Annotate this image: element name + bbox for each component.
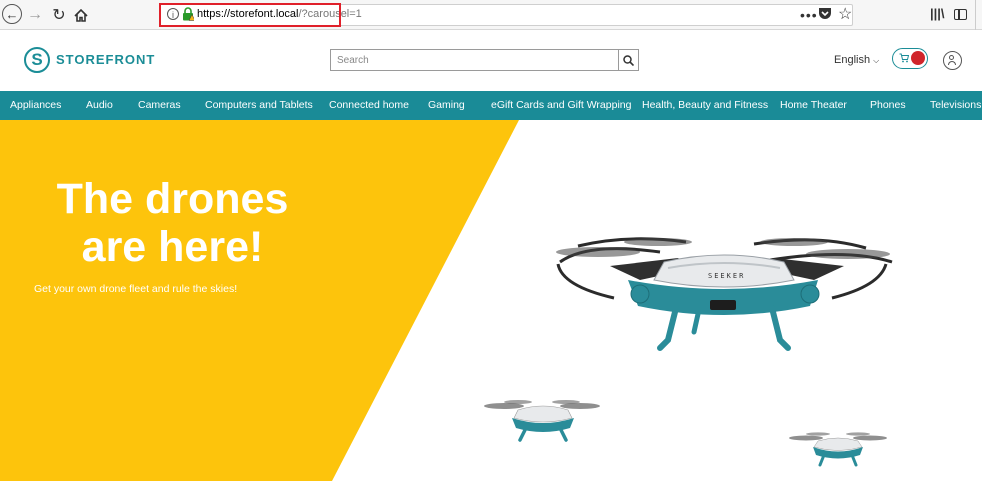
- back-button[interactable]: ←: [2, 4, 22, 24]
- home-icon: [74, 8, 88, 22]
- store-header: S STOREFRONT English⌵: [0, 30, 982, 90]
- category-egift-cards[interactable]: eGift Cards and Gift Wrapping: [491, 91, 631, 120]
- language-label: English: [834, 54, 871, 66]
- language-select[interactable]: English ⌵: [834, 54, 879, 66]
- info-icon[interactable]: i: [167, 8, 179, 20]
- url-host: https://storefont.local: [197, 8, 299, 20]
- library-icon[interactable]: |||\: [930, 6, 945, 21]
- hero-title-line1: The drones: [56, 175, 289, 223]
- hero-title-line2: are here!: [81, 223, 264, 271]
- drone-small-image: [484, 400, 600, 442]
- arrow-left-icon: ←: [5, 6, 19, 22]
- category-cameras[interactable]: Cameras: [138, 91, 181, 120]
- page-actions-button[interactable]: •••: [800, 7, 818, 23]
- forward-button[interactable]: →: [26, 4, 44, 26]
- category-computers-tablets[interactable]: Computers and Tablets: [205, 91, 313, 120]
- reload-button[interactable]: ↻: [50, 4, 68, 26]
- hero-title: The drones are here!: [30, 175, 315, 271]
- drone-brand-text: SEEKER: [708, 272, 745, 280]
- drone-large-image: SEEKER: [556, 237, 893, 351]
- category-gaming[interactable]: Gaming: [428, 91, 465, 120]
- bookmark-star-icon[interactable]: ☆: [838, 4, 852, 24]
- account-icon[interactable]: [943, 51, 962, 70]
- category-connected-home[interactable]: Connected home: [329, 91, 409, 120]
- hero-subtitle: Get your own drone fleet and rule the sk…: [34, 283, 238, 295]
- chevron-down-icon: ⌵: [873, 56, 880, 65]
- search-input[interactable]: [331, 50, 618, 71]
- toolbar-overflow: [975, 0, 982, 30]
- category-phones[interactable]: Phones: [870, 91, 906, 120]
- search-button[interactable]: [619, 49, 639, 71]
- reload-icon: ↻: [52, 7, 66, 24]
- home-button[interactable]: [72, 4, 90, 26]
- lock-warning-icon[interactable]: [182, 7, 194, 21]
- category-health-beauty[interactable]: Health, Beauty and Fitness: [642, 91, 768, 120]
- url-path: /?carousel=1: [298, 8, 362, 20]
- brand-name[interactable]: STOREFRONT: [56, 52, 155, 67]
- cart-button[interactable]: [892, 48, 928, 69]
- url-text[interactable]: https://storefont.local/?carousel=1: [197, 8, 362, 20]
- category-televisions[interactable]: Televisions: [930, 91, 981, 120]
- search-icon: [623, 55, 634, 66]
- cart-icon: [899, 53, 909, 63]
- drone-tiny-image: [789, 432, 887, 467]
- hero-carousel[interactable]: The drones are here! Get your own drone …: [0, 120, 982, 481]
- category-nav: Appliances Audio Cameras Computers and T…: [0, 91, 982, 120]
- category-audio[interactable]: Audio: [86, 91, 113, 120]
- cart-badge: [911, 51, 925, 65]
- storefront-logo-icon[interactable]: S: [24, 47, 50, 73]
- sidebar-icon[interactable]: [954, 9, 967, 20]
- browser-toolbar: ← → ↻ i https://storefont.local/?carouse…: [0, 0, 982, 30]
- category-home-theater[interactable]: Home Theater: [780, 91, 847, 120]
- category-appliances[interactable]: Appliances: [10, 91, 61, 120]
- pocket-icon[interactable]: [818, 7, 832, 20]
- search-field[interactable]: [330, 49, 619, 71]
- arrow-right-icon: →: [27, 6, 43, 23]
